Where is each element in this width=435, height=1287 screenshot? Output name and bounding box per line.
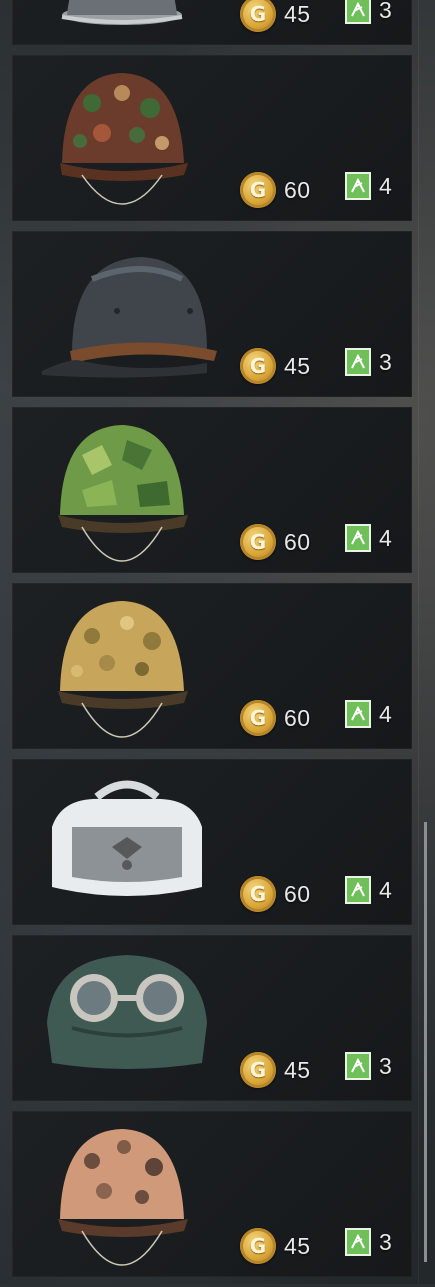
green-token-icon (345, 700, 371, 728)
item-card[interactable]: G 45 3 (12, 231, 412, 397)
gold-coin-icon: G (240, 876, 276, 912)
green-token-icon (345, 524, 371, 552)
gold-price-value: 45 (284, 1232, 311, 1259)
helmet-steel-dark-image (42, 257, 217, 378)
helmet-camo-pea-dot-image (60, 73, 188, 205)
green-token-icon (345, 348, 371, 376)
item-card[interactable]: G 60 4 (12, 759, 412, 925)
gold-coin-icon: G (240, 700, 276, 736)
token-price-value: 3 (379, 348, 393, 375)
gold-price: G 60 (240, 700, 311, 736)
gold-price: G 45 (240, 1228, 311, 1264)
gold-price-value: 60 (284, 880, 311, 907)
token-price: 4 (345, 876, 392, 904)
gold-coin-icon: G (240, 0, 276, 32)
gold-price: G 45 (240, 0, 311, 32)
token-price-value: 4 (379, 172, 393, 199)
helmet-winter-fur-cap-image (52, 780, 202, 896)
gold-price-value: 60 (284, 176, 311, 203)
token-price-value: 3 (379, 1228, 393, 1255)
gold-price-value: 45 (284, 1056, 311, 1083)
gold-coin-icon: G (240, 172, 276, 208)
token-price: 4 (345, 172, 392, 200)
item-card[interactable]: G 45 3 (12, 935, 412, 1101)
scroll-rail (418, 0, 419, 1284)
gold-coin-icon: G (240, 1228, 276, 1264)
item-card[interactable]: G 45 3 (12, 1111, 412, 1277)
token-price-value: 3 (379, 1052, 393, 1079)
scrollbar-thumb[interactable] (424, 822, 427, 1262)
gold-coin-icon: G (240, 524, 276, 560)
helmet-steel-gray-image (61, 0, 183, 25)
green-token-icon (345, 172, 371, 200)
helmet-camo-pink-dot-image (58, 1129, 188, 1266)
token-price: 3 (345, 1052, 392, 1080)
green-token-icon (345, 876, 371, 904)
green-token-icon (345, 1052, 371, 1080)
token-price-value: 4 (379, 876, 393, 903)
token-price-value: 4 (379, 524, 393, 551)
token-price: 4 (345, 700, 392, 728)
token-price: 4 (345, 524, 392, 552)
item-card[interactable]: G 60 4 (12, 407, 412, 573)
token-price: 3 (345, 348, 392, 376)
token-price: 3 (345, 0, 392, 24)
item-card[interactable]: G 45 3 (12, 0, 412, 45)
green-token-icon (345, 0, 371, 24)
gold-coin-icon: G (240, 348, 276, 384)
item-list: G 45 3 G 60 4 G 45 3 G 60 4 G 60 4 G 60 … (12, 0, 412, 1287)
item-card[interactable]: G 60 4 (12, 55, 412, 221)
item-card[interactable]: G 60 4 (12, 583, 412, 749)
gold-price: G 60 (240, 172, 311, 208)
token-price-value: 3 (379, 0, 393, 23)
gold-price-value: 60 (284, 704, 311, 731)
gold-price-value: 45 (284, 0, 311, 27)
helmet-camo-oak-green-image (58, 425, 188, 562)
helmet-camo-tan-dot-image (58, 601, 188, 738)
helmet-goggles-image (47, 955, 207, 1069)
green-token-icon (345, 1228, 371, 1256)
gold-price-value: 60 (284, 528, 311, 555)
gold-price: G 60 (240, 524, 311, 560)
gold-price-value: 45 (284, 352, 311, 379)
token-price-value: 4 (379, 700, 393, 727)
gold-price: G 60 (240, 876, 311, 912)
gold-price: G 45 (240, 1052, 311, 1088)
gold-coin-icon: G (240, 1052, 276, 1088)
gold-price: G 45 (240, 348, 311, 384)
token-price: 3 (345, 1228, 392, 1256)
